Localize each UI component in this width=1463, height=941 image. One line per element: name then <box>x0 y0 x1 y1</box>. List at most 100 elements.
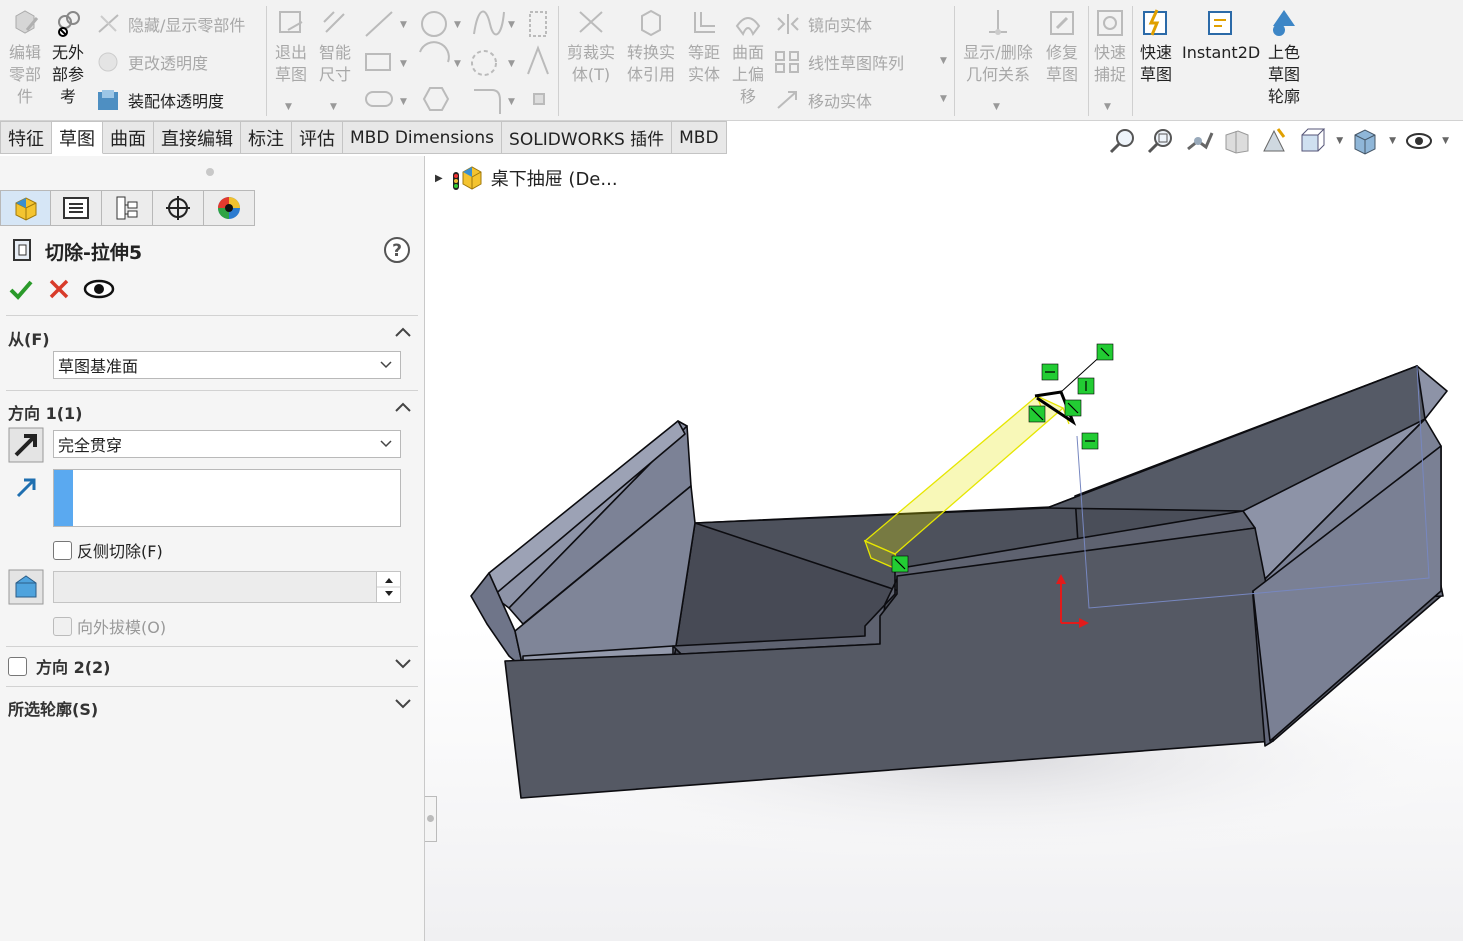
offset-entities-button[interactable]: 等距 实体 <box>684 8 724 86</box>
selection-focus-bar <box>54 470 73 526</box>
move-icon <box>777 91 797 109</box>
selected-contours-header[interactable]: 所选轮廓(S) <box>8 696 98 720</box>
linear-pattern-button[interactable]: 线性草图阵列 <box>774 50 904 74</box>
cut-extrude-icon <box>13 239 31 261</box>
cancel-x-icon[interactable] <box>48 278 70 300</box>
repair-sketch-button[interactable]: 修复 草图 <box>1042 8 1082 86</box>
collapse-chevron-up-icon[interactable] <box>394 401 412 413</box>
tab-evaluate[interactable]: 评估 <box>292 121 343 154</box>
spinner-buttons[interactable] <box>376 572 401 602</box>
direction1-section-header[interactable]: 方向 1(1) <box>8 400 82 424</box>
display-delete-relations-button[interactable]: 显示/删除 几何关系 <box>958 8 1038 86</box>
draft-icon[interactable] <box>8 569 44 605</box>
svg-text:▼: ▼ <box>400 97 407 107</box>
expand-chevron-down-icon[interactable] <box>394 698 412 710</box>
tab-mbd[interactable]: MBD <box>672 121 727 154</box>
previous-view-icon[interactable] <box>1184 127 1214 155</box>
rectangle-icon <box>365 53 391 71</box>
shaded-contours-button[interactable]: 上色 草图 轮廓 <box>1264 8 1304 108</box>
offset-icon <box>694 12 715 33</box>
ribbon-separator <box>1132 6 1133 116</box>
collapse-chevron-up-icon[interactable] <box>394 326 412 338</box>
flip-side-to-cut-checkbox[interactable]: 反侧切除(F) <box>53 538 163 562</box>
displaymanager-tab[interactable] <box>204 190 255 226</box>
featuremanager-tab[interactable] <box>0 190 51 226</box>
from-section-header[interactable]: 从(F) <box>8 326 50 350</box>
panel-collapse-handle[interactable] <box>425 796 437 842</box>
quick-snaps-button[interactable]: 快速 捕捉 <box>1090 8 1130 86</box>
preview-eye-icon[interactable] <box>83 276 115 302</box>
handle-dot <box>427 815 434 822</box>
draft-angle-spinner[interactable] <box>53 571 401 603</box>
panel-splitter-handle[interactable] <box>206 168 214 176</box>
reverse-direction-icon[interactable] <box>8 427 44 463</box>
hide-show-components-button[interactable]: 隐藏/显示零部件 <box>96 12 245 36</box>
from-condition-select[interactable]: 草图基准面 <box>53 351 401 379</box>
change-transparency-button[interactable]: 更改透明度 <box>96 50 208 74</box>
help-icon[interactable]: ? <box>383 236 411 264</box>
chevron-down-icon[interactable]: ▼ <box>1442 136 1449 146</box>
hide-show-items-icon[interactable] <box>1404 127 1434 155</box>
mirror-entities-button[interactable]: 镜向实体 <box>774 12 872 36</box>
tab-sketch[interactable]: 草图 <box>52 121 103 154</box>
view-orientation-icon[interactable] <box>1298 127 1328 155</box>
tab-solidworks-addins[interactable]: SOLIDWORKS 插件 <box>502 121 673 154</box>
tab-surfaces[interactable]: 曲面 <box>103 121 154 154</box>
slot-icon <box>365 91 393 107</box>
expand-chevron-down-icon[interactable] <box>394 658 412 670</box>
direction-selection-box[interactable] <box>53 469 401 527</box>
ribbon-separator <box>954 6 955 116</box>
zoom-to-fit-icon[interactable] <box>1108 127 1138 155</box>
draft-outward-checkbox[interactable]: 向外拔模(O) <box>53 614 166 638</box>
direction2-section-header[interactable]: 方向 2(2) <box>8 654 110 678</box>
edit-component-button[interactable]: 编辑 零部 件 <box>4 8 46 108</box>
chevron-down-icon[interactable]: ▼ <box>993 102 1000 112</box>
svg-text:▼: ▼ <box>400 59 407 69</box>
offset-on-surface-button[interactable]: 曲面 上偏 移 <box>728 8 768 108</box>
tab-mbd-dimensions[interactable]: MBD Dimensions <box>343 121 503 154</box>
ok-checkmark-icon[interactable] <box>8 278 34 302</box>
tab-direct-editing[interactable]: 直接编辑 <box>154 121 241 154</box>
sketch-box-icon <box>529 11 547 37</box>
section-view-icon[interactable] <box>1222 127 1252 155</box>
circle-icon <box>421 11 447 37</box>
no-external-refs-icon <box>58 11 80 37</box>
graphics-area[interactable]: ▶ 桌下抽屉 (De... <box>425 156 1463 941</box>
trim-entities-button[interactable]: 剪裁实 体(T) <box>562 8 620 86</box>
arc-icon <box>419 41 450 63</box>
tab-markup[interactable]: 标注 <box>241 121 292 154</box>
propertymanager-tab[interactable] <box>51 190 102 226</box>
chevron-down-icon[interactable]: ▼ <box>285 102 292 112</box>
mirror-icon <box>777 14 799 34</box>
exit-sketch-button[interactable]: 退出 草图 <box>270 8 312 86</box>
quick-snaps-icon <box>1097 10 1123 36</box>
chevron-down-icon[interactable]: ▼ <box>330 102 337 112</box>
assembly-transparency-button[interactable]: 装配体透明度 <box>96 88 224 112</box>
dimxpertmanager-tab[interactable] <box>153 190 204 226</box>
zoom-to-area-icon[interactable] <box>1146 127 1176 155</box>
instant2d-button[interactable]: Instant2D <box>1182 8 1260 64</box>
no-external-refs-button[interactable]: 无外 部参 考 <box>46 8 90 108</box>
svg-text:▼: ▼ <box>508 20 515 30</box>
dynamic-annotation-icon[interactable] <box>1260 127 1290 155</box>
chevron-down-icon[interactable]: ▼ <box>1389 136 1396 146</box>
smart-dimension-button[interactable]: 智能 尺寸 <box>314 8 356 86</box>
3d-model-view[interactable] <box>425 156 1463 941</box>
chevron-down-icon[interactable]: ▼ <box>1104 102 1111 112</box>
rapid-sketch-button[interactable]: 快速 草图 <box>1136 8 1176 86</box>
slot-icon <box>471 50 497 76</box>
convert-entities-button[interactable]: 转换实 体引用 <box>622 8 680 86</box>
configurationmanager-tab[interactable] <box>102 190 153 226</box>
move-entities-button[interactable]: 移动实体 <box>774 88 872 112</box>
assembly-transparency-icon <box>98 90 118 110</box>
chevron-down-icon[interactable]: ▼ <box>1336 136 1343 146</box>
display-style-icon[interactable] <box>1351 127 1381 155</box>
end-condition-select[interactable]: 完全贯穿 <box>53 430 401 458</box>
tab-features[interactable]: 特征 <box>0 121 52 154</box>
crosshair-icon <box>166 196 190 220</box>
divider <box>6 646 418 647</box>
sketch-entity-tools[interactable]: ▼ ▼ ▼ ▼ ▼ ▼ ▼ ▼ <box>362 6 552 118</box>
chevron-down-icon[interactable]: ▼ <box>940 56 947 66</box>
exit-sketch-icon <box>279 11 303 33</box>
chevron-down-icon[interactable]: ▼ <box>940 94 947 104</box>
